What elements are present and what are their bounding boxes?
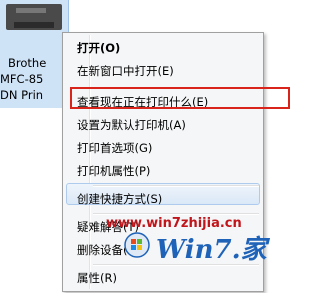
printer-label-line3: DN Prin — [0, 88, 44, 102]
printer-icon — [6, 4, 62, 30]
menu-item-printer-properties[interactable]: 打印机属性(P) — [66, 160, 260, 182]
watermark-logo-text: Win7.家 — [156, 235, 267, 265]
menu-item-set-default-printer[interactable]: 设置为默认打印机(A) — [66, 114, 260, 136]
printer-device-icon[interactable]: Brothe MFC-85 DN Prin — [0, 0, 69, 108]
annotation-highlight-box — [70, 87, 290, 109]
menu-item-properties[interactable]: 属性(R) — [66, 267, 260, 289]
printer-label-line2: MFC-85 — [0, 72, 44, 86]
menu-item-create-shortcut[interactable]: 创建快捷方式(S) — [66, 188, 260, 210]
menu-item-open-new-window[interactable]: 在新窗口中打开(E) — [66, 60, 260, 82]
menu-item-open[interactable]: 打开(O) — [66, 37, 260, 59]
menu-separator — [93, 213, 259, 215]
menu-item-printing-preferences[interactable]: 打印首选项(G) — [66, 137, 260, 159]
printer-tray — [16, 8, 46, 13]
windows-flag-icon — [124, 232, 150, 258]
menu-separator — [93, 185, 259, 187]
printer-label-line1: Brothe — [8, 56, 47, 70]
watermark-logo: Win7.家 — [120, 228, 270, 265]
